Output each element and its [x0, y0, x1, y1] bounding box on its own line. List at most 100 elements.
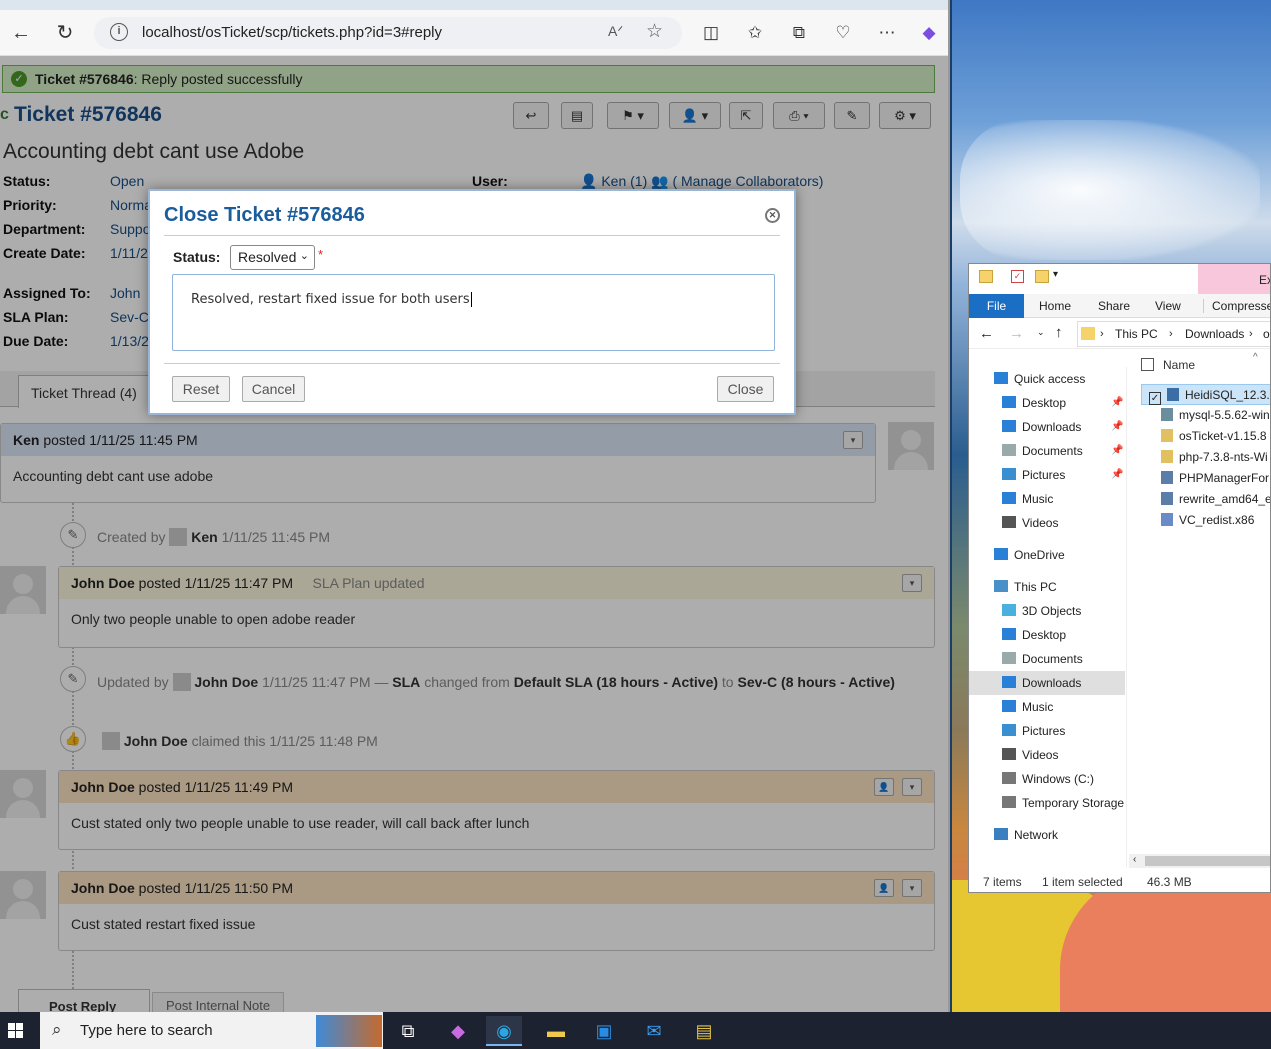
- breadcrumb-this-pc[interactable]: This PC: [1115, 327, 1158, 341]
- nav-item[interactable]: 3D Objects: [969, 599, 1125, 623]
- browser-tab-strip[interactable]: [0, 0, 948, 10]
- back-icon[interactable]: ←: [979, 325, 994, 342]
- cancel-button[interactable]: Cancel: [242, 376, 305, 402]
- item-count: 7 items: [983, 875, 1022, 889]
- nav-item[interactable]: Desktop: [969, 623, 1125, 647]
- nav-item[interactable]: Documents: [969, 647, 1125, 671]
- file-icon: [1161, 450, 1173, 463]
- mail-app-icon[interactable]: ✉: [636, 1016, 672, 1046]
- search-icon: ⌕: [52, 1020, 62, 1039]
- ribbon-tab-file[interactable]: File: [969, 294, 1024, 318]
- nav-item[interactable]: Pictures 📌: [969, 463, 1125, 487]
- file-row[interactable]: osTicket-v1.15.8: [1141, 426, 1270, 447]
- search-highlight-icon[interactable]: [316, 1015, 382, 1047]
- site-info-icon[interactable]: i: [110, 23, 128, 41]
- breadcrumb-sep: ›: [1169, 328, 1173, 340]
- nav-item[interactable]: Downloads 📌: [969, 415, 1125, 439]
- favorites-icon[interactable]: ✩: [740, 18, 770, 48]
- scroll-left-icon[interactable]: ‹: [1133, 854, 1136, 865]
- file-row[interactable]: rewrite_amd64_e: [1141, 489, 1270, 510]
- select-all-checkbox[interactable]: [1141, 358, 1154, 371]
- divider: [164, 235, 780, 236]
- nav-item[interactable]: Temporary Storage: [969, 791, 1125, 815]
- edge-app-icon[interactable]: ◉: [486, 1016, 522, 1046]
- store-app-icon[interactable]: ▣: [586, 1016, 622, 1046]
- comments-textarea[interactable]: Resolved, restart fixed issue for both u…: [172, 274, 775, 351]
- scrollbar-thumb[interactable]: [1145, 856, 1270, 866]
- download-icon: [1002, 420, 1016, 432]
- ribbon-tab-share[interactable]: Share: [1098, 299, 1130, 313]
- file-icon: [1161, 513, 1173, 526]
- nav-item[interactable]: Documents 📌: [969, 439, 1125, 463]
- file-row[interactable]: ✓ HeidiSQL_12.3.0.6: [1141, 384, 1270, 405]
- column-header-name[interactable]: Name ^: [1141, 352, 1270, 380]
- up-icon[interactable]: ↑: [1055, 324, 1063, 341]
- url-text[interactable]: localhost/osTicket/scp/tickets.php?id=3#…: [142, 24, 442, 41]
- file-row[interactable]: VC_redist.x86: [1141, 510, 1270, 531]
- recent-locations-icon[interactable]: ⌄: [1037, 327, 1045, 338]
- ribbon-tab-home[interactable]: Home: [1039, 299, 1071, 313]
- file-checkbox[interactable]: ✓: [1149, 392, 1161, 405]
- new-folder-icon[interactable]: [1035, 270, 1049, 283]
- column-name-label: Name: [1163, 358, 1196, 372]
- more-menu-icon[interactable]: ⋯: [872, 18, 902, 48]
- favorite-star-icon[interactable]: ☆: [646, 20, 663, 43]
- file-name: php-7.3.8-nts-Wi: [1179, 450, 1268, 464]
- unknown-app-icon[interactable]: ▤: [686, 1016, 722, 1046]
- nav-item[interactable]: Music: [969, 695, 1125, 719]
- cloud-icon: [994, 548, 1008, 560]
- ribbon-tab-compressed[interactable]: Compressed: [1203, 299, 1270, 313]
- collections-icon[interactable]: ⧉: [784, 18, 814, 48]
- nav-item-label: This PC: [1014, 580, 1057, 594]
- copilot-icon[interactable]: ◆: [914, 18, 944, 48]
- status-select[interactable]: Resolved ⌄: [230, 245, 315, 270]
- reset-button[interactable]: Reset: [172, 376, 230, 402]
- pin-icon: 📌: [1111, 421, 1124, 432]
- properties-icon[interactable]: ✓: [1011, 270, 1024, 283]
- divider: [164, 363, 780, 364]
- nav-item-label: 3D Objects: [1022, 604, 1082, 618]
- nav-item[interactable]: Downloads: [969, 671, 1125, 695]
- copilot-app-icon[interactable]: ◆: [440, 1016, 476, 1046]
- refresh-icon[interactable]: ↻: [50, 18, 80, 48]
- nav-item-label: Desktop: [1022, 396, 1067, 410]
- ribbon-tab-view[interactable]: View: [1155, 299, 1181, 313]
- split-screen-icon[interactable]: ◫: [696, 18, 726, 48]
- windows-start-icon[interactable]: [8, 1023, 24, 1039]
- nav-item[interactable]: Videos: [969, 743, 1125, 767]
- nav-item[interactable]: Desktop 📌: [969, 391, 1125, 415]
- nav-item-label: Pictures: [1022, 724, 1066, 738]
- manage-tab[interactable]: Ex: [1198, 264, 1270, 294]
- desktop-icon: [1002, 396, 1016, 408]
- file-explorer-app-icon[interactable]: ▬: [538, 1016, 574, 1046]
- file-row[interactable]: mysql-5.5.62-win: [1141, 405, 1270, 426]
- quick-access-dropdown-icon[interactable]: ▾: [1053, 269, 1058, 280]
- nav-item[interactable]: Pictures: [969, 719, 1125, 743]
- nav-item-label: Pictures: [1022, 468, 1066, 482]
- taskbar-search-box[interactable]: ⌕ Type here to search: [40, 1012, 383, 1049]
- horizontal-scrollbar[interactable]: ‹: [1129, 854, 1270, 868]
- file-row[interactable]: PHPManagerForI: [1141, 468, 1270, 489]
- breadcrumb[interactable]: › This PC › Downloads › os: [1077, 321, 1270, 347]
- file-icon: [1167, 388, 1179, 401]
- nav-item[interactable]: OneDrive: [969, 543, 1125, 567]
- nav-item[interactable]: Network: [969, 823, 1125, 847]
- close-button[interactable]: Close: [717, 376, 774, 402]
- nav-item[interactable]: Windows (C:): [969, 767, 1125, 791]
- status-label: Status:: [173, 249, 221, 265]
- nav-item[interactable]: Videos: [969, 511, 1125, 535]
- address-bar[interactable]: i localhost/osTicket/scp/tickets.php?id=…: [94, 17, 682, 49]
- file-row[interactable]: php-7.3.8-nts-Wi: [1141, 447, 1270, 468]
- back-icon[interactable]: ←: [6, 18, 36, 48]
- read-aloud-icon[interactable]: Aᐟ: [608, 23, 623, 40]
- nav-item[interactable]: Music: [969, 487, 1125, 511]
- breadcrumb-current[interactable]: os: [1263, 327, 1270, 341]
- download-icon: [1002, 676, 1016, 688]
- breadcrumb-downloads[interactable]: Downloads: [1185, 327, 1244, 341]
- forward-icon[interactable]: →: [1009, 325, 1024, 342]
- nav-item[interactable]: This PC: [969, 575, 1125, 599]
- browser-essentials-icon[interactable]: ♡: [828, 18, 858, 48]
- close-icon[interactable]: ✕: [765, 208, 780, 223]
- nav-item[interactable]: Quick access: [969, 367, 1125, 391]
- task-view-icon[interactable]: ⧉: [390, 1016, 426, 1046]
